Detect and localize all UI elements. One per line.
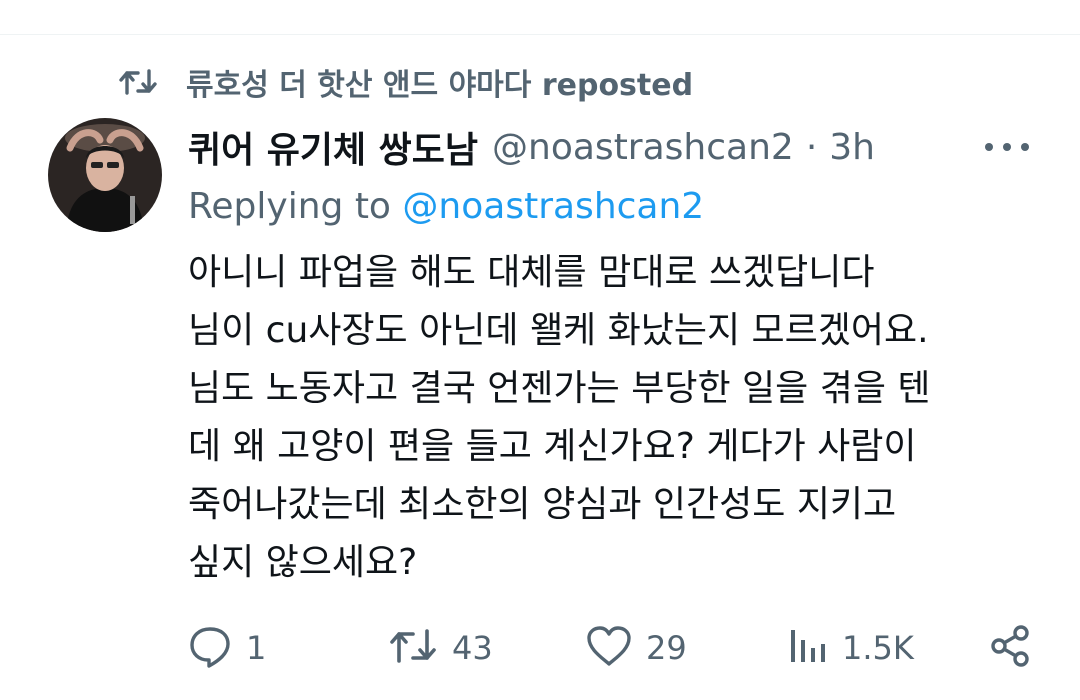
reply-button[interactable]: 1 xyxy=(188,620,266,676)
user-handle[interactable]: @noastrashcan2 xyxy=(492,127,794,168)
top-divider xyxy=(0,34,1080,35)
tweet-line: 죽어나갔는데 최소한의 양심과 인간성도 지키고 xyxy=(188,484,897,525)
retweet-count: 43 xyxy=(452,629,493,667)
tweet-line: 싶지 않으세요? xyxy=(188,542,418,583)
like-button[interactable]: 29 xyxy=(586,620,687,676)
repost-icon xyxy=(388,626,438,670)
replying-mention[interactable]: @noastrashcan2 xyxy=(402,186,704,227)
replying-label: Replying to xyxy=(188,186,391,227)
tweet-line: 님이 cu사장도 아닌데 왤케 화났는지 모르겠어요. xyxy=(188,310,929,351)
tweet-line: 님도 노동자고 결국 언젠가는 부당한 일을 겪을 텐 xyxy=(188,368,931,409)
tweet-text: 아니니 파업을 해도 대체를 맘대로 쓰겠답니다 님이 cu사장도 아닌데 왤케… xyxy=(188,244,1048,592)
like-count: 29 xyxy=(646,629,687,667)
timestamp[interactable]: 3h xyxy=(829,127,875,168)
more-options-icon[interactable] xyxy=(985,132,1029,162)
tweet-line: 데 왜 고양이 편을 들고 계신가요? 게다가 사람이 xyxy=(188,426,917,467)
display-name[interactable]: 퀴어 유기체 쌍도남 xyxy=(188,121,478,173)
share-icon xyxy=(988,624,1032,672)
repost-text[interactable]: 류호성 더 핫산 앤드 야마다 reposted xyxy=(186,60,693,104)
views-button[interactable]: 1.5K xyxy=(788,620,914,676)
avatar[interactable] xyxy=(48,118,162,232)
retweet-button[interactable]: 43 xyxy=(388,620,493,676)
views-count: 1.5K xyxy=(842,629,914,667)
heart-icon xyxy=(586,625,632,671)
replying-to: Replying to @noastrashcan2 xyxy=(188,186,704,227)
share-button[interactable] xyxy=(988,620,1032,676)
tweet-header: 퀴어 유기체 쌍도남 @noastrashcan2 · 3h xyxy=(188,122,875,172)
repost-indicator: 류호성 더 핫산 앤드 야마다 reposted xyxy=(118,60,693,104)
reply-count: 1 xyxy=(246,629,267,667)
reply-icon xyxy=(188,624,232,672)
action-bar: 1 43 29 1.5K xyxy=(188,620,1038,676)
separator-dot: · xyxy=(805,126,818,168)
views-icon xyxy=(788,626,828,670)
tweet-line: 아니니 파업을 해도 대체를 맘대로 쓰겠답니다 xyxy=(188,252,875,293)
repost-icon xyxy=(118,62,158,102)
